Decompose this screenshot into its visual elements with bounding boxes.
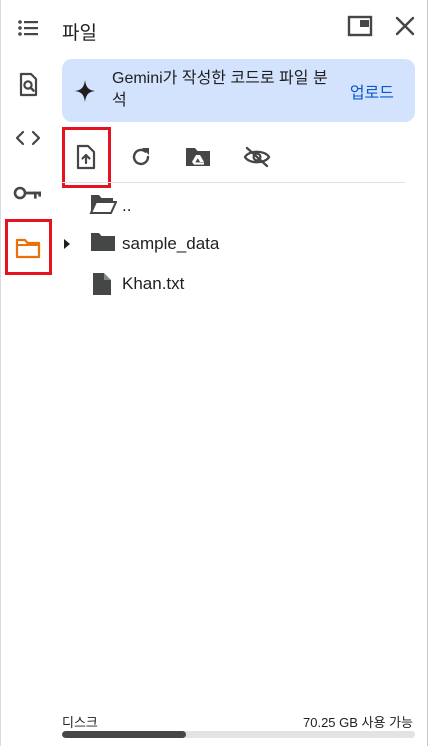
panel-title: 파일 — [62, 23, 97, 44]
file-name: .. — [122, 196, 132, 215]
expand-caret-icon[interactable] — [63, 237, 71, 255]
open-in-tab-icon[interactable] — [346, 12, 374, 40]
file-row-parent[interactable]: .. — [62, 185, 402, 225]
refresh-icon[interactable] — [125, 141, 157, 173]
files-panel: 파일 Gemini가 작성한 코드로 파일 분석 업로드 .. sample_d… — [0, 0, 428, 746]
mount-drive-icon[interactable] — [182, 141, 214, 173]
file-row-folder[interactable]: sample_data — [62, 223, 402, 263]
file-row-file[interactable]: Khan.txt — [62, 263, 402, 303]
table-of-contents-icon[interactable] — [11, 11, 45, 45]
toolbar-divider — [62, 182, 405, 183]
gemini-sparkle-icon — [74, 79, 96, 108]
file-name: Khan.txt — [122, 274, 185, 293]
gemini-banner-text: Gemini가 작성한 코드로 파일 분석 — [112, 70, 328, 109]
gemini-banner: Gemini가 작성한 코드로 파일 분석 업로드 — [62, 59, 415, 122]
file-name: sample_data — [122, 234, 220, 253]
close-icon[interactable] — [391, 12, 419, 40]
folder-icon — [89, 231, 117, 258]
hide-files-icon[interactable] — [241, 141, 273, 173]
highlight-box-upload — [62, 127, 111, 188]
code-icon[interactable] — [11, 121, 45, 155]
disk-free-text: 70.25 GB 사용 가능 — [303, 715, 413, 730]
upload-link[interactable]: 업로드 — [350, 79, 394, 103]
find-in-page-icon[interactable] — [11, 68, 45, 102]
key-icon[interactable] — [11, 176, 45, 210]
folder-open-icon — [89, 193, 118, 220]
disk-usage-fill — [62, 731, 186, 738]
file-icon — [91, 271, 113, 302]
disk-label: 디스크 — [62, 715, 98, 730]
highlight-box-folder — [5, 219, 52, 275]
disk-usage-bar — [62, 731, 415, 738]
